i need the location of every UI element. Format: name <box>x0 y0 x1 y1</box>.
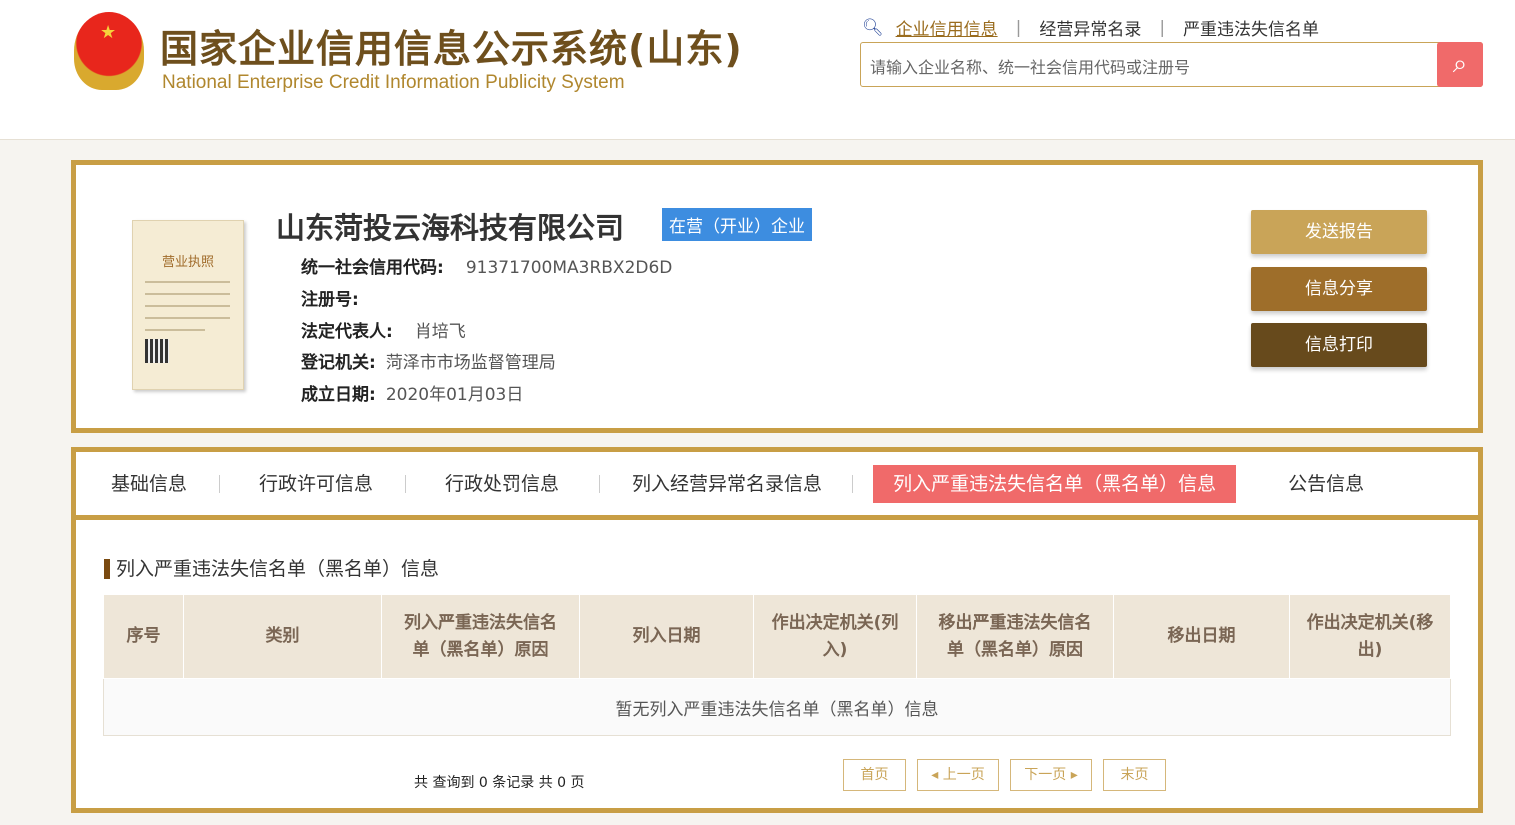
tab-abnormal-list[interactable]: 列入经营异常名录信息 <box>599 465 854 503</box>
link-blacklist[interactable]: 严重违法失信名单 <box>1165 15 1337 40</box>
tab-admin-license[interactable]: 行政许可信息 <box>219 465 407 503</box>
site-subtitle: National Enterprise Credit Information P… <box>162 72 625 93</box>
first-page-button[interactable]: 首页 <box>843 759 906 791</box>
last-page-button[interactable]: 末页 <box>1103 759 1166 791</box>
col-removal-date: 移出日期 <box>1113 594 1290 679</box>
section-title: 列入严重违法失信名单（黑名单）信息 <box>104 559 439 579</box>
link-abnormal-list[interactable]: 经营异常名录 <box>1021 15 1159 40</box>
search-placeholder: 请输入企业名称、统一社会信用代码或注册号 <box>870 58 1191 77</box>
share-info-button[interactable]: 信息分享 <box>1251 267 1427 311</box>
header: ★ 国家企业信用信息公示系统(山东) National Enterprise C… <box>0 0 1515 140</box>
blacklist-table: 序号 类别 列入严重违法失信名单（黑名单）原因 列入日期 作出决定机关(列入) … <box>103 594 1451 736</box>
business-license-image[interactable]: 营业执照 <box>132 220 244 390</box>
national-emblem-icon: ★ <box>74 12 144 90</box>
reg-authority-row: 登记机关: 菏泽市市场监督管理局 <box>301 353 556 373</box>
print-info-button[interactable]: 信息打印 <box>1251 323 1427 367</box>
site-title: 国家企业信用信息公示系统(山东) <box>160 27 743 71</box>
tab-blacklist[interactable]: 列入严重违法失信名单（黑名单）信息 <box>873 464 1237 503</box>
company-name: 山东菏投云海科技有限公司 <box>276 211 625 245</box>
tab-bar: 基础信息 行政许可信息 行政处罚信息 列入经营异常名录信息 列入严重违法失信名单… <box>76 452 1478 520</box>
company-card: 营业执照 山东菏投云海科技有限公司 在营（开业）企业 统一社会信用代码: 9137… <box>71 160 1483 433</box>
established-date-row: 成立日期: 2020年01月03日 <box>301 385 524 405</box>
search-icon: ⌕ <box>1452 49 1468 79</box>
reg-number-row: 注册号: <box>301 290 359 310</box>
col-category: 类别 <box>183 594 382 679</box>
search-input[interactable]: 请输入企业名称、统一社会信用代码或注册号 ⌕ <box>860 42 1483 87</box>
col-listing-date: 列入日期 <box>579 594 754 679</box>
search-small-icon: 🔍︎ <box>862 17 884 38</box>
col-removal-reason: 移出严重违法失信名单（黑名单）原因 <box>916 594 1114 679</box>
prev-page-button[interactable]: ◂ 上一页 <box>917 759 999 791</box>
col-removal-authority: 作出决定机关(移出) <box>1289 594 1451 679</box>
pagination-summary: 共 查询到 0 条记录 共 0 页 <box>414 775 585 791</box>
details-card: 基础信息 行政许可信息 行政处罚信息 列入经营异常名录信息 列入严重违法失信名单… <box>71 447 1483 813</box>
empty-row: 暂无列入严重违法失信名单（黑名单）信息 <box>103 678 1451 736</box>
col-listing-reason: 列入严重违法失信名单（黑名单）原因 <box>381 594 580 679</box>
status-badge: 在营（开业）企业 <box>662 208 812 241</box>
empty-message: 暂无列入严重违法失信名单（黑名单）信息 <box>103 678 1451 736</box>
next-page-button[interactable]: 下一页 ▸ <box>1010 759 1092 791</box>
col-index: 序号 <box>103 594 184 679</box>
qr-code-icon <box>145 339 169 363</box>
link-enterprise-credit[interactable]: 企业信用信息 <box>884 15 1016 40</box>
tab-admin-penalty[interactable]: 行政处罚信息 <box>405 465 601 503</box>
legal-rep-row: 法定代表人: 肖培飞 <box>301 322 466 342</box>
tab-announcements[interactable]: 公告信息 <box>1268 465 1384 503</box>
license-title: 营业执照 <box>161 255 214 270</box>
credit-code-row: 统一社会信用代码: 91371700MA3RBX2D6D <box>301 258 673 278</box>
top-nav: 🔍︎ 企业信用信息 | 经营异常名录 | 严重违法失信名单 <box>862 15 1337 41</box>
send-report-button[interactable]: 发送报告 <box>1251 210 1427 254</box>
tab-basic-info[interactable]: 基础信息 <box>91 465 221 503</box>
table-header-row: 序号 类别 列入严重违法失信名单（黑名单）原因 列入日期 作出决定机关(列入) … <box>103 594 1451 679</box>
col-listing-authority: 作出决定机关(列入) <box>753 594 917 679</box>
search-button[interactable]: ⌕ <box>1437 42 1483 87</box>
